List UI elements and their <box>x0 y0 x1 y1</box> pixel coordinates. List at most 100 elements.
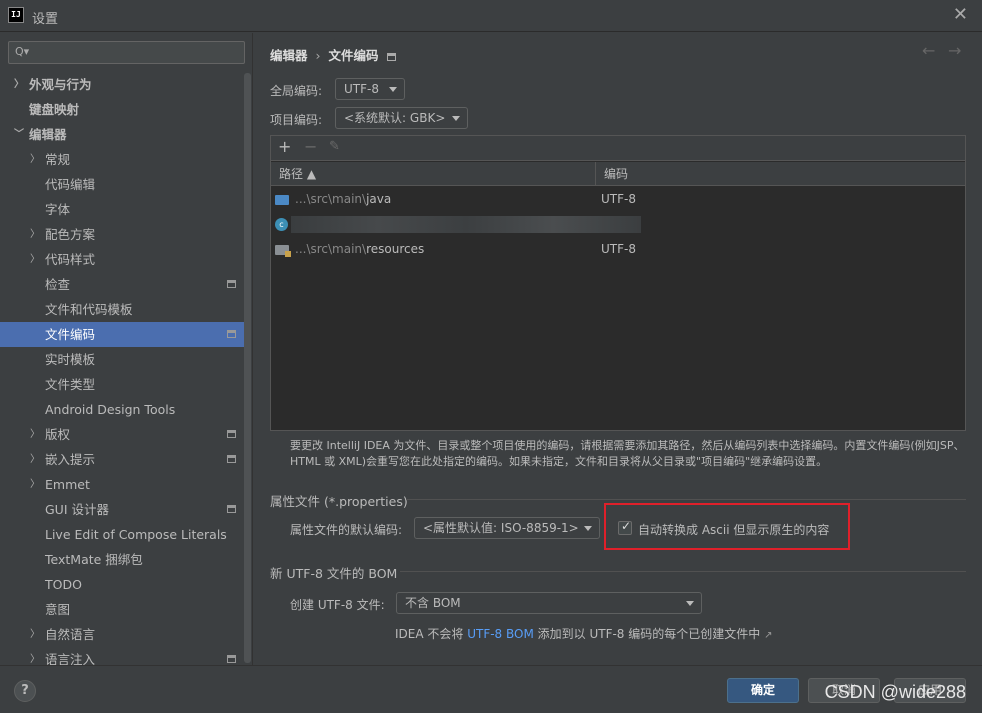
sidebar-item-label: 文件类型 <box>45 377 96 392</box>
sidebar-item[interactable]: 字体 <box>0 197 244 222</box>
settings-search-input[interactable] <box>33 43 238 62</box>
footnote-text: 添加到以 UTF-8 编码的每个已创建文件中 <box>533 627 765 641</box>
remove-icon[interactable]: − <box>304 138 317 156</box>
bom-section-title: 新 UTF-8 文件的 BOM <box>270 566 398 581</box>
sidebar-item-label: 常规 <box>45 152 71 167</box>
breadcrumb-parent[interactable]: 编辑器 <box>270 48 308 63</box>
sidebar-item-label: 键盘映射 <box>29 102 80 117</box>
sidebar-item[interactable]: Android Design Tools <box>0 397 244 422</box>
sidebar-item[interactable]: TODO <box>0 572 244 597</box>
global-encoding-dropdown[interactable]: UTF-8 <box>335 78 405 100</box>
table-header: 路径 ▲ 编码 <box>271 162 965 186</box>
title-bar: IJ 设置 ✕ <box>0 0 982 32</box>
ok-button[interactable]: 确定 <box>727 678 799 703</box>
sidebar-item[interactable]: 检查 <box>0 272 244 297</box>
search-icon: Q▾ <box>15 45 30 58</box>
sidebar-item[interactable]: ﹀ 编辑器 <box>0 122 244 147</box>
resources-folder-icon <box>275 245 291 257</box>
help-text-line: HTML 或 XML)会重写您在此处指定的编码。如果未指定，文件和目录将从父目录… <box>290 455 828 468</box>
sidebar-item[interactable]: 〉常规 <box>0 147 244 172</box>
sidebar-item[interactable]: 代码编辑 <box>0 172 244 197</box>
path-cell: ...\src\main\java <box>295 192 392 206</box>
chevron-right-icon[interactable]: 〉 <box>30 147 40 172</box>
bom-value: 不含 BOM <box>405 596 461 610</box>
breadcrumb-separator: › <box>315 48 321 63</box>
project-encoding-value: <系统默认: GBK> <box>344 111 446 125</box>
project-settings-icon <box>227 280 236 288</box>
forward-arrow-icon[interactable]: → <box>948 41 961 60</box>
sidebar-item[interactable]: 意图 <box>0 597 244 622</box>
sidebar-item[interactable]: 文件类型 <box>0 372 244 397</box>
project-settings-icon <box>227 430 236 438</box>
sidebar-item[interactable]: 文件和代码模板 <box>0 297 244 322</box>
sidebar-item[interactable]: 实时模板 <box>0 347 244 372</box>
properties-section-title: 属性文件 (*.properties) <box>270 494 408 509</box>
chevron-down-icon <box>389 87 397 92</box>
chevron-right-icon[interactable]: 〉 <box>30 247 40 272</box>
help-icon[interactable]: ? <box>14 680 36 702</box>
class-icon: c <box>275 218 288 231</box>
project-settings-icon <box>227 330 236 338</box>
sidebar-item[interactable]: 键盘映射 <box>0 97 244 122</box>
external-link-icon[interactable]: ↗ <box>764 630 772 641</box>
breadcrumb: 编辑器 › 文件编码 <box>270 45 396 64</box>
path-column-header[interactable]: 路径 ▲ <box>271 162 595 186</box>
back-arrow-icon[interactable]: ← <box>922 41 935 60</box>
settings-tree: 〉外观与行为 键盘映射 ﹀ 编辑器〉常规 代码编辑 字体〉配色方案〉代码样式 检查 文件和代码… <box>0 72 244 672</box>
project-encoding-label: 项目编码: <box>270 113 323 127</box>
bom-dropdown[interactable]: 不含 BOM <box>396 592 702 614</box>
sidebar-item-label: TODO <box>45 577 82 592</box>
breadcrumb-current: 文件编码 <box>328 48 379 63</box>
chevron-right-icon[interactable]: 〉 <box>30 447 40 472</box>
settings-search-box[interactable]: Q▾ <box>8 41 245 64</box>
close-icon[interactable]: ✕ <box>953 4 968 25</box>
utf8-bom-link[interactable]: UTF-8 BOM <box>467 627 534 641</box>
intellij-logo-icon: IJ <box>8 7 24 23</box>
chevron-right-icon[interactable]: 〉 <box>30 222 40 247</box>
folder-icon <box>275 195 289 205</box>
sidebar-item-label: Android Design Tools <box>45 402 176 417</box>
sidebar-item-label: 嵌入提示 <box>45 452 96 467</box>
sidebar-scrollbar[interactable] <box>244 73 251 663</box>
table-row[interactable]: ...\src\main\java UTF-8 <box>271 187 965 212</box>
sidebar-item[interactable]: Live Edit of Compose Literals <box>0 522 244 547</box>
create-utf8-label: 创建 UTF-8 文件: <box>290 598 385 612</box>
sidebar-item[interactable]: 〉自然语言 <box>0 622 244 647</box>
sidebar-item-label: Live Edit of Compose Literals <box>45 527 227 542</box>
table-row[interactable]: c <box>271 212 965 237</box>
chevron-right-icon[interactable]: 〉 <box>30 472 40 497</box>
chevron-right-icon[interactable]: 〉 <box>14 72 24 97</box>
chevron-down-icon[interactable]: ﹀ <box>14 122 24 147</box>
csdn-watermark: CSDN @wide288 <box>824 682 966 702</box>
ascii-convert-label[interactable]: 自动转换成 Ascii 但显示原生的内容 <box>638 521 829 538</box>
sidebar-item[interactable]: 〉嵌入提示 <box>0 447 244 472</box>
sidebar-item[interactable]: 〉代码样式 <box>0 247 244 272</box>
sidebar-item[interactable]: 〉外观与行为 <box>0 72 244 97</box>
add-icon[interactable]: + <box>278 138 291 156</box>
properties-encoding-value: <属性默认值: ISO-8859-1> <box>423 521 579 535</box>
encoding-cell: UTF-8 <box>601 242 636 256</box>
sidebar-item-label: TextMate 捆绑包 <box>45 552 143 567</box>
properties-encoding-dropdown[interactable]: <属性默认值: ISO-8859-1> <box>414 517 600 539</box>
table-toolbar: + − ✎ <box>271 136 965 161</box>
chevron-down-icon <box>452 116 460 121</box>
global-encoding-label: 全局编码: <box>270 84 323 98</box>
edit-icon[interactable]: ✎ <box>329 138 340 156</box>
ascii-convert-checkbox[interactable]: ✓ <box>618 519 632 535</box>
window-title: 设置 <box>32 12 59 27</box>
sidebar-item-label: Emmet <box>45 477 90 492</box>
encoding-column-header[interactable]: 编码 <box>595 162 965 186</box>
sidebar-item[interactable]: 〉配色方案 <box>0 222 244 247</box>
sidebar-item[interactable]: 文件编码 <box>0 322 244 347</box>
redacted-path <box>291 216 641 233</box>
chevron-right-icon[interactable]: 〉 <box>30 422 40 447</box>
chevron-right-icon[interactable]: 〉 <box>30 622 40 647</box>
sidebar-item[interactable]: 〉 Emmet <box>0 472 244 497</box>
sidebar-item[interactable]: 〉版权 <box>0 422 244 447</box>
sidebar-item[interactable]: GUI 设计器 <box>0 497 244 522</box>
footnote-text: IDEA 不会将 <box>395 627 468 641</box>
sidebar-item[interactable]: TextMate 捆绑包 <box>0 547 244 572</box>
sidebar-item-label: 代码样式 <box>45 252 96 267</box>
project-encoding-dropdown[interactable]: <系统默认: GBK> <box>335 107 468 129</box>
table-row[interactable]: ...\src\main\resources UTF-8 <box>271 237 965 262</box>
